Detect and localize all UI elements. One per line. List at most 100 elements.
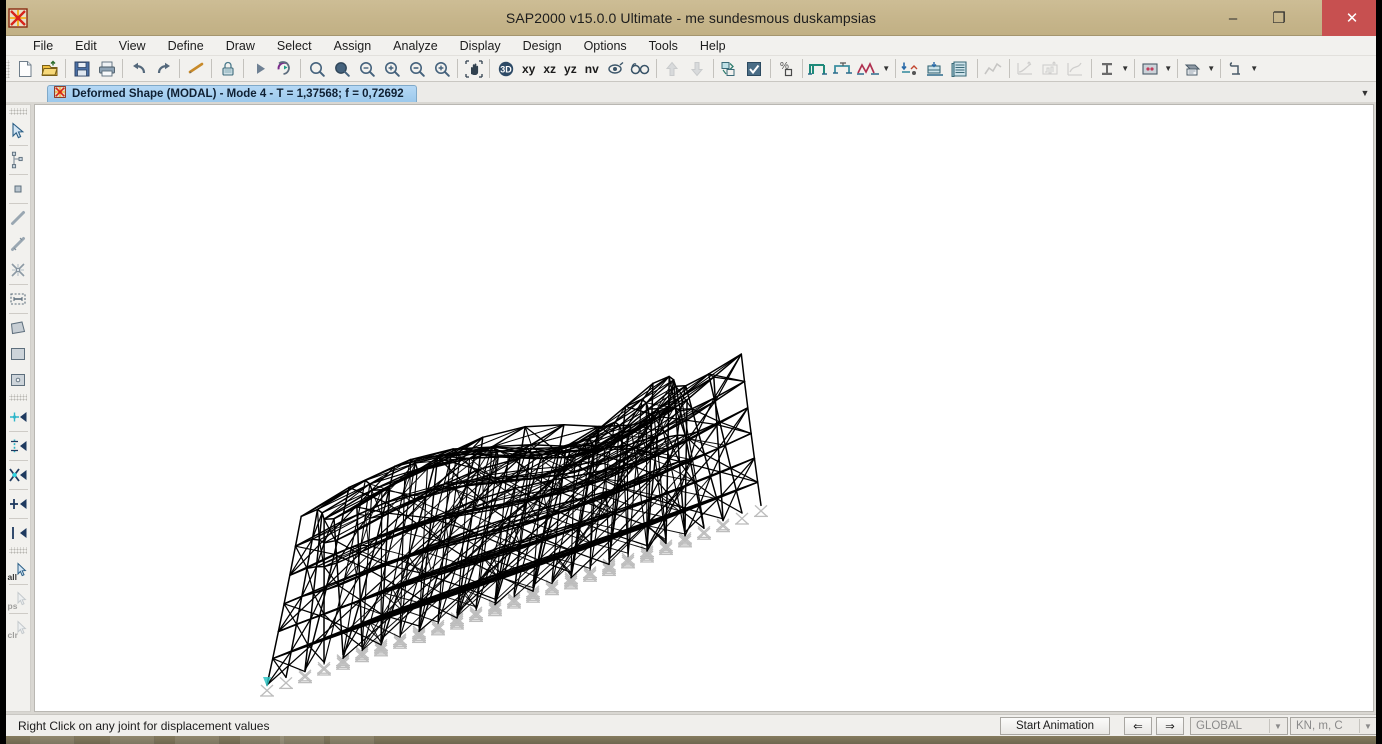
select-all-button[interactable]: all <box>7 557 30 583</box>
lock-unlock-model-icon[interactable] <box>215 57 240 81</box>
undo-icon[interactable] <box>126 57 151 81</box>
menu-item-assign[interactable]: Assign <box>323 36 383 56</box>
restore-full-view-icon[interactable] <box>329 57 354 81</box>
show-virtual-work-icon[interactable] <box>1063 57 1088 81</box>
move-down-in-list-icon[interactable] <box>685 57 710 81</box>
open-file-icon[interactable] <box>37 57 62 81</box>
draw-rectangular-area-icon[interactable] <box>7 341 30 367</box>
menu-item-help[interactable]: Help <box>689 36 737 56</box>
minimize-button[interactable]: – <box>1210 0 1256 36</box>
close-button[interactable]: ✕ <box>1322 0 1382 36</box>
section-cut-icon[interactable] <box>1181 57 1206 81</box>
draw-point-icon[interactable] <box>7 176 30 202</box>
menu-item-display[interactable]: Display <box>449 36 512 56</box>
menu-item-file[interactable]: File <box>22 36 64 56</box>
set-3d-view-icon[interactable]: 3D <box>493 57 518 81</box>
taskbar-item-1[interactable] <box>30 736 75 744</box>
show-time-history-icon[interactable] <box>1038 57 1063 81</box>
menu-item-draw[interactable]: Draw <box>215 36 266 56</box>
start-animation-button[interactable]: Start Animation <box>1000 717 1110 735</box>
taskbar-item-5[interactable] <box>280 736 325 744</box>
quick-draw-secondary-beams-icon[interactable] <box>7 286 30 312</box>
menu-item-select[interactable]: Select <box>266 36 323 56</box>
show-misc-assigns-icon[interactable] <box>831 57 856 81</box>
pointer-select-icon[interactable] <box>7 118 30 144</box>
new-file-icon[interactable] <box>12 57 37 81</box>
section-designer-dropdown[interactable]: ▼ <box>1249 57 1260 81</box>
maximize-restore-button[interactable]: ❐ <box>1256 0 1302 36</box>
taskbar-item-2[interactable] <box>110 736 155 744</box>
set-display-options-icon[interactable] <box>717 57 742 81</box>
zoom-extents-icon[interactable] <box>429 57 454 81</box>
select-using-xy-plane-icon[interactable] <box>7 491 30 517</box>
previous-mode-button[interactable]: ⇐ <box>1124 717 1152 735</box>
view-xz-button[interactable]: xz <box>539 62 560 76</box>
object-shrink-icon[interactable] <box>628 57 653 81</box>
view-yz-button[interactable]: yz <box>560 62 581 76</box>
section-cut-dropdown[interactable]: ▼ <box>1206 57 1217 81</box>
chevron-down-icon[interactable]: ▼ <box>1358 86 1372 100</box>
draw-poly-area-icon[interactable] <box>7 315 30 341</box>
toolbar-grip[interactable] <box>3 59 10 78</box>
show-element-forces-icon[interactable] <box>924 57 949 81</box>
vertical-toolbar-grip[interactable] <box>9 108 27 115</box>
save-icon[interactable] <box>69 57 94 81</box>
support-symbol <box>735 512 749 525</box>
restore-previous-selection-button[interactable]: ps <box>7 586 30 612</box>
material-properties-dropdown[interactable]: ▼ <box>1163 57 1174 81</box>
section-properties-dropdown[interactable]: ▼ <box>1120 57 1131 81</box>
pan-icon[interactable] <box>461 57 486 81</box>
taskbar-item-3[interactable] <box>175 736 220 744</box>
show-deformed-shape-icon[interactable] <box>899 57 924 81</box>
run-analysis-icon[interactable] <box>247 57 272 81</box>
menu-item-analyze[interactable]: Analyze <box>382 36 448 56</box>
previous-zoom-icon[interactable] <box>354 57 379 81</box>
show-loads-icon[interactable] <box>806 57 831 81</box>
toolbar-separator <box>8 584 28 585</box>
menu-item-tools[interactable]: Tools <box>638 36 689 56</box>
taskbar-item-4[interactable] <box>240 736 285 744</box>
perspective-toggle-icon[interactable] <box>603 57 628 81</box>
show-undeformed-shape-icon[interactable]: % <box>774 57 799 81</box>
select-using-z-line-icon[interactable] <box>7 520 30 546</box>
show-response-spectrum-icon[interactable] <box>1013 57 1038 81</box>
refresh-window-icon[interactable] <box>183 57 208 81</box>
zoom-in-one-step-icon[interactable] <box>379 57 404 81</box>
draw-frame-cable-icon[interactable] <box>7 205 30 231</box>
quick-draw-braces-icon[interactable] <box>7 257 30 283</box>
units-dropdown[interactable]: KN, m, C ▼ <box>1290 717 1378 735</box>
quick-draw-area-icon[interactable] <box>7 367 30 393</box>
display-plot-function-icon[interactable] <box>981 57 1006 81</box>
menu-item-view[interactable]: View <box>108 36 157 56</box>
clear-selection-button[interactable]: clr <box>7 615 30 641</box>
print-icon[interactable] <box>94 57 119 81</box>
select-using-intersecting-line-icon[interactable] <box>7 404 30 430</box>
move-up-in-list-icon[interactable] <box>660 57 685 81</box>
run-analysis-now-icon[interactable] <box>272 57 297 81</box>
view-nv-button[interactable]: nv <box>581 62 603 76</box>
section-designer-icon[interactable] <box>1224 57 1249 81</box>
section-properties-icon[interactable] <box>1095 57 1120 81</box>
view-tab-deformed-shape[interactable]: Deformed Shape (MODAL) - Mode 4 - T = 1,… <box>47 85 417 102</box>
redo-icon[interactable] <box>151 57 176 81</box>
menu-item-design[interactable]: Design <box>512 36 573 56</box>
material-properties-icon[interactable] <box>1138 57 1163 81</box>
assign-check-icon[interactable] <box>742 57 767 81</box>
model-viewport[interactable] <box>34 104 1374 712</box>
show-tables-icon[interactable] <box>949 57 974 81</box>
quick-draw-frame-icon[interactable] <box>7 231 30 257</box>
menu-item-edit[interactable]: Edit <box>64 36 108 56</box>
coordinate-system-dropdown[interactable]: GLOBAL ▼ <box>1190 717 1288 735</box>
select-all-in-vertical-line-icon[interactable] <box>7 433 30 459</box>
select-using-intersecting-poly-icon[interactable] <box>7 462 30 488</box>
reshape-object-icon[interactable] <box>7 147 30 173</box>
rubber-band-zoom-icon[interactable] <box>304 57 329 81</box>
zoom-out-one-step-icon[interactable] <box>404 57 429 81</box>
show-frame-forces-icon[interactable] <box>856 57 881 81</box>
view-xy-button[interactable]: xy <box>518 62 539 76</box>
taskbar-item-6[interactable] <box>330 736 375 744</box>
menu-item-options[interactable]: Options <box>573 36 638 56</box>
menu-item-define[interactable]: Define <box>157 36 215 56</box>
next-mode-button[interactable]: ⇒ <box>1156 717 1184 735</box>
show-forces-dropdown[interactable]: ▼ <box>881 57 892 81</box>
